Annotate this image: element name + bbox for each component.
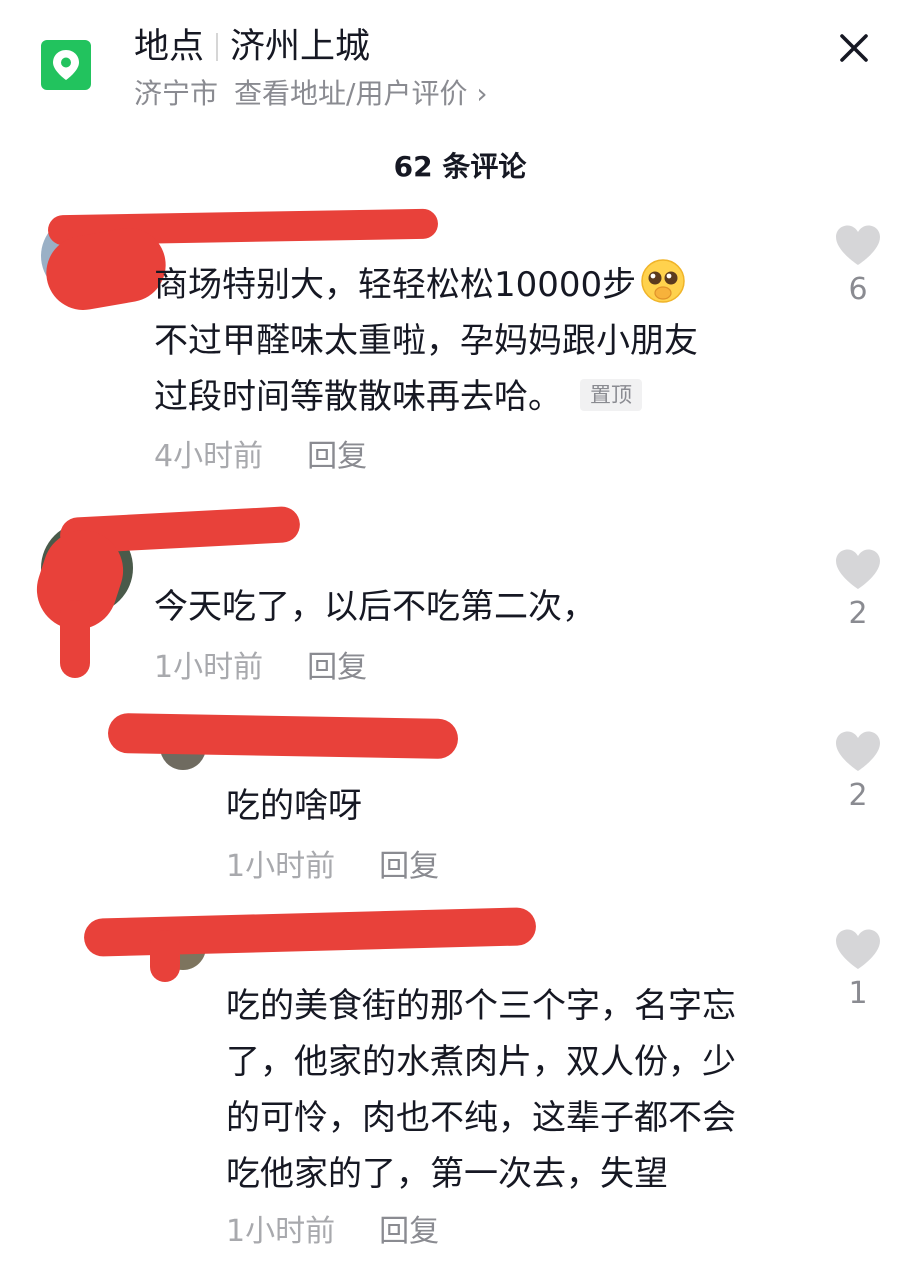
like-count: 1	[848, 976, 868, 1011]
heart-icon	[836, 225, 880, 265]
comment-line: 的可怜，肉也不纯，这辈子都不会	[226, 1098, 736, 1138]
title-divider	[216, 33, 219, 61]
comment-meta: 1小时前 回复	[226, 847, 439, 887]
comment-line: 了，他家的水煮肉片，双人份，少	[226, 1042, 736, 1082]
reply-button[interactable]: 回复	[307, 439, 367, 474]
pinned-badge: 置顶	[580, 379, 642, 411]
comment-meta: 1小时前 回复	[154, 648, 367, 688]
comment-text: 吃的美食街的那个三个字，名字忘 了，他家的水煮肉片，双人份，少 的可怜，肉也不纯…	[226, 978, 826, 1202]
redaction-mark	[150, 930, 180, 982]
location-name: 济州上城	[230, 27, 371, 67]
comment-line: 过段时间等散散味再去哈。 置顶	[154, 369, 794, 425]
location-label: 地点	[134, 27, 205, 67]
comment-line: 吃他家的了，第一次去，失望	[226, 1154, 668, 1194]
city-name: 济宁市	[134, 77, 219, 110]
like-count: 2	[848, 596, 868, 631]
reply-button[interactable]: 回复	[379, 849, 439, 884]
comment-line: 不过甲醛味太重啦，孕妈妈跟小朋友	[154, 321, 698, 361]
like-count: 2	[848, 778, 868, 813]
comment-line: 今天吃了，以后不吃第二次，	[154, 587, 596, 627]
like-button[interactable]: 6	[828, 224, 888, 310]
close-button[interactable]	[836, 30, 872, 66]
comment-text: 今天吃了，以后不吃第二次，	[154, 579, 794, 635]
heart-icon	[836, 549, 880, 589]
redaction-mark	[107, 712, 459, 760]
comment-time: 1小时前	[154, 650, 264, 685]
location-pin-icon	[41, 40, 91, 90]
heart-icon	[836, 731, 880, 771]
comment-line: 吃的啥呀	[226, 786, 362, 826]
view-address-link[interactable]: 查看地址/用户评价 ›	[234, 77, 488, 110]
location-title[interactable]: 地点 济州上城	[134, 24, 370, 70]
like-count: 6	[848, 272, 868, 307]
comments-count-title: 62 条评论	[393, 150, 527, 183]
comment-line: 吃的美食街的那个三个字，名字忘	[226, 986, 736, 1026]
close-icon	[840, 34, 868, 62]
reply-button[interactable]: 回复	[307, 650, 367, 685]
location-subtitle: 济宁市 查看地址/用户评价 ›	[134, 75, 488, 113]
comment-text: 商场特别大，轻轻松松10000步 不过甲醛味太重啦，孕妈妈跟小朋友 过段时间等散…	[154, 257, 794, 425]
comment-time: 4小时前	[154, 439, 264, 474]
reply-button[interactable]: 回复	[379, 1214, 439, 1249]
comment-meta: 4小时前 回复	[154, 437, 367, 477]
comment-line: 商场特别大，轻轻松松10000步	[154, 257, 794, 313]
like-button[interactable]: 2	[828, 730, 888, 816]
like-button[interactable]: 2	[828, 548, 888, 634]
like-button[interactable]: 1	[828, 928, 888, 1014]
comment-time: 1小时前	[226, 849, 336, 884]
pleading-face-icon	[640, 258, 686, 304]
redaction-mark	[60, 600, 90, 678]
comment-meta: 1小时前 回复	[226, 1212, 439, 1252]
comment-time: 1小时前	[226, 1214, 336, 1249]
heart-icon	[836, 929, 880, 969]
comment-text: 吃的啥呀	[226, 778, 786, 834]
